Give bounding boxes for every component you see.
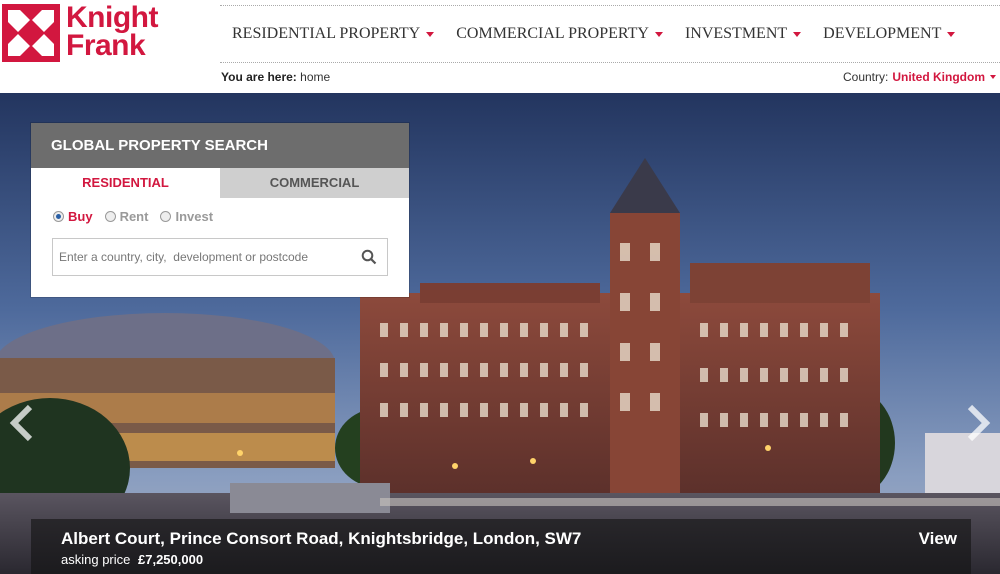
logo-wordmark: Knight Frank: [66, 3, 158, 62]
main-navigation: RESIDENTIAL PROPERTY COMMERCIAL PROPERTY…: [220, 5, 1000, 63]
chevron-left-icon: [9, 404, 33, 442]
listing-price: asking price £7,250,000: [61, 552, 203, 567]
radio-unchecked-icon: [104, 210, 116, 222]
logo-line-2: Frank: [66, 29, 146, 62]
radio-buy[interactable]: Buy: [53, 209, 93, 224]
breadcrumb: You are here: home: [221, 70, 330, 84]
country-value[interactable]: United Kingdom: [892, 70, 985, 84]
nav-development[interactable]: DEVELOPMENT: [823, 25, 956, 43]
price-value: £7,250,000: [138, 552, 204, 567]
country-label: Country:: [842, 70, 889, 84]
caret-down-icon: [793, 31, 802, 37]
nav-label: INVESTMENT: [684, 25, 788, 42]
chevron-right-icon: [967, 404, 991, 442]
nav-label: RESIDENTIAL PROPERTY: [232, 25, 421, 42]
caret-down-icon: [426, 31, 435, 37]
radio-invest-label: Invest: [175, 208, 214, 224]
view-listing-link[interactable]: View: [919, 529, 957, 549]
listing-title: Albert Court, Prince Consort Road, Knigh…: [61, 529, 582, 548]
caret-down-icon: [654, 31, 663, 37]
tab-residential[interactable]: RESIDENTIAL: [31, 168, 220, 198]
radio-rent[interactable]: Rent: [104, 208, 149, 224]
breadcrumb-prefix: You are here:: [221, 70, 297, 84]
search-button[interactable]: [351, 239, 387, 275]
logo-mark-icon: [2, 4, 60, 62]
search-tabs: RESIDENTIAL COMMERCIAL: [31, 168, 409, 198]
nav-label: DEVELOPMENT: [823, 25, 942, 42]
radio-unchecked-icon: [160, 210, 172, 222]
search-panel-title: GLOBAL PROPERTY SEARCH: [31, 123, 409, 168]
search-field: [52, 238, 388, 276]
nav-commercial-property[interactable]: COMMERCIAL PROPERTY: [456, 25, 663, 43]
radio-rent-label: Rent: [119, 208, 149, 224]
caret-down-icon: [990, 75, 996, 79]
radio-buy-label: Buy: [68, 208, 93, 224]
caret-down-icon: [947, 31, 956, 37]
search-icon: [361, 249, 377, 265]
radio-checked-icon: [53, 210, 64, 222]
breadcrumb-home-link[interactable]: home: [300, 70, 330, 84]
transaction-type-options: Buy Rent Invest: [31, 206, 409, 226]
radio-invest[interactable]: Invest: [160, 209, 213, 224]
site-header: Knight Frank RESIDENTIAL PROPERTY COMMER…: [0, 0, 1000, 93]
global-property-search-panel: GLOBAL PROPERTY SEARCH RESIDENTIAL COMME…: [31, 123, 409, 297]
tab-commercial[interactable]: COMMERCIAL: [220, 168, 409, 198]
carousel-prev-button[interactable]: [8, 403, 38, 443]
carousel-next-button[interactable]: [962, 403, 992, 443]
nav-residential-property[interactable]: RESIDENTIAL PROPERTY: [232, 25, 435, 43]
nav-investment[interactable]: INVESTMENT: [684, 25, 802, 43]
knight-frank-logo[interactable]: Knight Frank: [2, 3, 158, 62]
search-input[interactable]: [53, 240, 351, 274]
country-selector[interactable]: Country: United Kingdom: [843, 70, 996, 84]
listing-caption-bar: Albert Court, Prince Consort Road, Knigh…: [31, 519, 971, 574]
price-label: asking price: [61, 552, 131, 567]
nav-label: COMMERCIAL PROPERTY: [456, 25, 649, 42]
